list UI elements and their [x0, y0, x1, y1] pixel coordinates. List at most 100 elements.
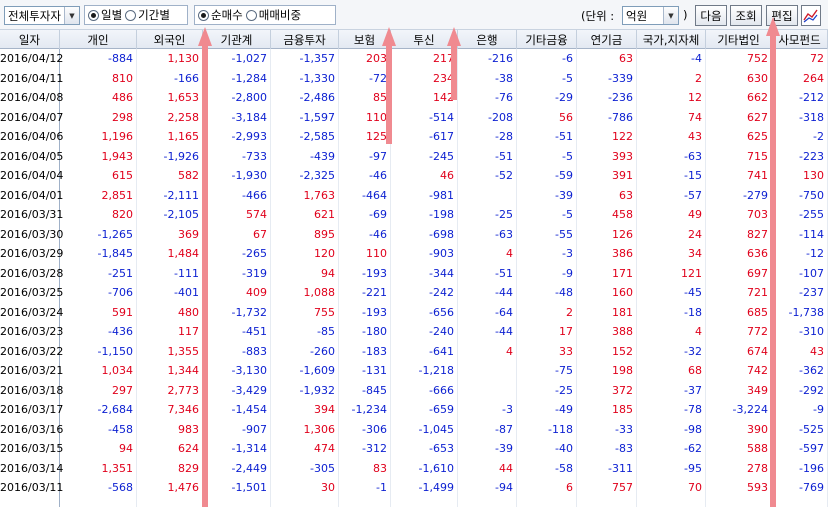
table-row[interactable]: 2016/04/05 1,943 -1,926 -733 -439 -97 -245 -51-… [0, 146, 828, 166]
table-row[interactable]: 2016/03/25 -706 -401 409 1,088 -221 -242 -44 -48… [0, 283, 828, 303]
cell-col-bank [458, 185, 517, 205]
next-button[interactable]: 다음 [695, 5, 727, 26]
chevron-down-icon[interactable]: ▼ [663, 7, 678, 24]
cell-col-other-corp: 349 [706, 380, 772, 400]
header-col-foreign[interactable]: 외국인 [137, 30, 203, 49]
radio-unselected-icon [245, 9, 257, 21]
header-col-bank[interactable]: 은행 [458, 30, 517, 49]
cell-col-bank: -216 [458, 49, 517, 69]
table-row[interactable]: 2016/04/04 615 582 -1,930 -2,325 -46 46 -52 -59 3… [0, 166, 828, 186]
radio-selected-icon [88, 9, 99, 21]
table-row[interactable]: 2016/03/23 -436 117 -451 -85 -180 -240 -44 17 388… [0, 322, 828, 342]
chevron-down-icon[interactable]: ▼ [64, 7, 79, 24]
table-row[interactable]: 2016/03/21 1,034 1,344 -3,130 -1,609 -131 -1,2… [0, 361, 828, 381]
cell-col-insurance: -46 [339, 166, 391, 186]
cell-col-other-corp: 636 [706, 244, 772, 264]
edit-button[interactable]: 편집 [766, 5, 798, 26]
cell-col-individual: 1,351 [60, 458, 137, 478]
cell-col-foreign: 829 [137, 458, 203, 478]
header-col-other-corp[interactable]: 기타법인 [706, 30, 772, 49]
cell-col-government: -57 [637, 185, 706, 205]
radio-daily[interactable]: 일별 [88, 7, 122, 23]
table-row[interactable]: 2016/03/28 -251 -111 -319 94 -193 -344 -51 -9 171… [0, 263, 828, 283]
cell-col-private-fund: -9 [772, 400, 828, 420]
table-row[interactable]: 2016/04/12 -884 1,130 -1,027 -1,357 203 217 -21… [0, 49, 828, 69]
cell-col-private-fund: -114 [772, 224, 828, 244]
table-row[interactable] [0, 497, 828, 507]
cell-col-individual: 1,943 [60, 146, 137, 166]
cell-col-government: 34 [637, 244, 706, 264]
header-col-insurance[interactable]: 보험 [339, 30, 391, 49]
header-col-individual[interactable]: 개인 [60, 30, 137, 49]
cell-col-institution: -1,027 [203, 49, 271, 69]
cell-col-other-finance: -3 [517, 244, 577, 264]
header-col-financial-invest[interactable]: 금융투자 [271, 30, 339, 49]
cell-col-private-fund: -362 [772, 361, 828, 381]
table-row[interactable]: 2016/04/08 486 1,653 -2,800 -2,486 85 142 -76 -2… [0, 88, 828, 108]
header-col-other-finance[interactable]: 기타금융 [517, 30, 577, 49]
cell-col-government: 24 [637, 224, 706, 244]
table-row[interactable]: 2016/03/31 820 -2,105 574 621 -69 -198 -25 -5 458… [0, 205, 828, 225]
cell-col-other-corp: 627 [706, 107, 772, 127]
query-button[interactable]: 조회 [730, 5, 762, 26]
table-row[interactable]: 2016/03/14 1,351 829 -2,449 -305 83 -1,610 44 -5… [0, 458, 828, 478]
header-col-institution[interactable]: 기관계 [203, 30, 271, 49]
header-col-government[interactable]: 국가,지자체 [637, 30, 706, 49]
cell-col-bank: -63 [458, 224, 517, 244]
cell-col-insurance: 83 [339, 458, 391, 478]
radio-daily-label: 일별 [101, 8, 123, 22]
cell-col-individual: 810 [60, 68, 137, 88]
table-row[interactable]: 2016/03/29 -1,845 1,484 -265 120 110 -903 4 -3 38… [0, 244, 828, 264]
cell-col-other-corp: 662 [706, 88, 772, 108]
chart-view-button[interactable] [801, 5, 821, 26]
table-row[interactable]: 2016/03/30 -1,265 369 67 895 -46 -698 -63 -55 126… [0, 224, 828, 244]
cell-col-pension: 181 [577, 302, 637, 322]
cell-col-other-finance: -51 [517, 127, 577, 147]
cell-col-bank [458, 361, 517, 381]
cell-col-other-finance: 2 [517, 302, 577, 322]
cell-col-financial-invest: 621 [271, 205, 339, 225]
cell-col-financial-invest: -2,585 [271, 127, 339, 147]
radio-net-buy[interactable]: 순매수 [198, 7, 243, 23]
table-row[interactable]: 2016/03/18 297 2,773 -3,429 -1,932 -845 -666 -2… [0, 380, 828, 400]
cell-col-private-fund: 43 [772, 341, 828, 361]
cell-col-private-fund: 72 [772, 49, 828, 69]
cell-col-financial-invest: 120 [271, 244, 339, 264]
cell-col-institution: -1,732 [203, 302, 271, 322]
header-col-trust[interactable]: 투신 [391, 30, 458, 49]
table-row[interactable]: 2016/03/11 -568 1,476 -1,501 30 -1 -1,499 -94 6 7… [0, 478, 828, 498]
cell-col-pension: 388 [577, 322, 637, 342]
cell-col-pension: -33 [577, 419, 637, 439]
table-row[interactable]: 2016/03/15 94 624 -1,314 474 -312 -653 -39 -40 -8… [0, 439, 828, 459]
cell-col-foreign: -111 [137, 263, 203, 283]
cell-col-foreign: 1,484 [137, 244, 203, 264]
cell-col-other-finance: -118 [517, 419, 577, 439]
cell-col-trust: -1,610 [391, 458, 458, 478]
header-col-date[interactable]: 일자 [0, 30, 60, 49]
unit-select[interactable]: 억원 ▼ [622, 6, 679, 25]
table-row[interactable]: 2016/03/17 -2,684 7,346 -1,454 394 -1,234 -659… [0, 400, 828, 420]
cell-col-date: 2016/04/07 [0, 107, 63, 127]
cell-col-pension: 185 [577, 400, 637, 420]
cell-col-pension: -83 [577, 439, 637, 459]
cell-col-institution: -907 [203, 419, 271, 439]
cell-col-other-finance: -40 [517, 439, 577, 459]
table-row[interactable]: 2016/04/06 1,196 1,165 -2,993 -2,585 125 -617-… [0, 127, 828, 147]
table-row[interactable]: 2016/04/07 298 2,258 -3,184 -1,597 110 -514 -20… [0, 107, 828, 127]
table-row[interactable]: 2016/03/22 -1,150 1,355 -883 -260 -183 -641 4 33… [0, 341, 828, 361]
cell-col-individual: 94 [60, 439, 137, 459]
header-col-private-fund[interactable]: 사모펀드 [772, 30, 828, 49]
radio-trade-ratio[interactable]: 매매비중 [245, 7, 301, 23]
cell-col-foreign: 2,773 [137, 380, 203, 400]
cell-col-other-finance: -5 [517, 146, 577, 166]
radio-period[interactable]: 기간별 [125, 7, 170, 23]
cell-col-pension: 372 [577, 380, 637, 400]
investor-select[interactable]: 전체투자자 ▼ [4, 6, 80, 25]
table-body: 2016/04/12 -884 1,130 -1,027 -1,357 203 217 -21… [0, 49, 828, 507]
cell-col-government: 4 [637, 322, 706, 342]
table-row[interactable]: 2016/04/11 810 -166 -1,284 -1,330 -72 234 -38 -5… [0, 68, 828, 88]
header-col-pension[interactable]: 연기금 [577, 30, 637, 49]
table-row[interactable]: 2016/04/01 2,851 -2,111 -466 1,763 -464 -981 -3… [0, 185, 828, 205]
table-row[interactable]: 2016/03/16 -458 983 -907 1,306 -306 -1,045 -87-… [0, 419, 828, 439]
table-row[interactable]: 2016/03/24 591 480 -1,732 755 -193 -656 -64 2 181… [0, 302, 828, 322]
